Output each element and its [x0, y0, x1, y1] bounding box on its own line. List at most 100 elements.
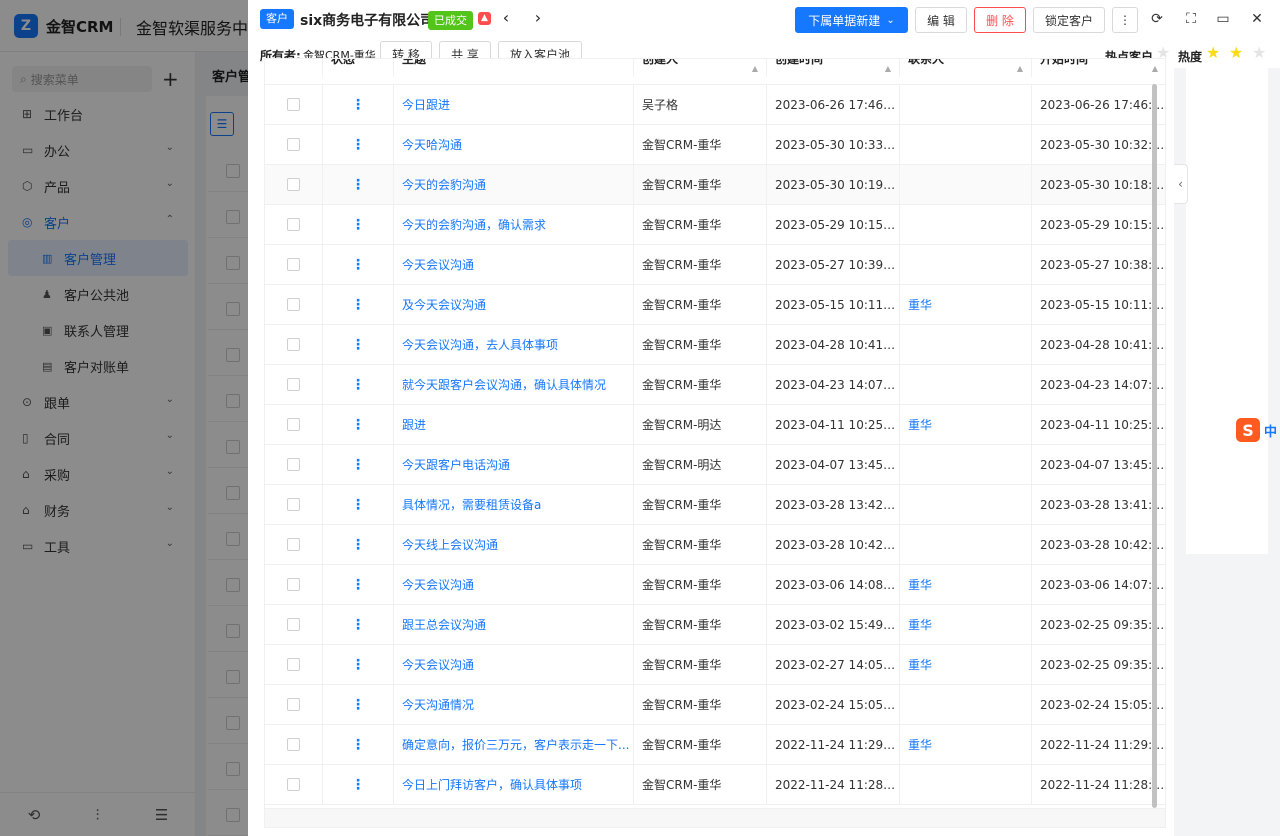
- more-options-icon[interactable]: ⋮: [323, 365, 394, 405]
- table-row[interactable]: ⋮ 今天会议沟通 金智CRM-重华 2023-03-06 14:08:21 重华 2023…: [265, 565, 1165, 605]
- column-header[interactable]: 主题: [394, 59, 634, 77]
- subject-link[interactable]: 确定意向，报价三万元，客户表示走一下...: [394, 725, 634, 765]
- subject-link[interactable]: 今天会议沟通: [394, 245, 634, 285]
- more-options-icon[interactable]: ⋮: [323, 685, 394, 725]
- close-icon[interactable]: ✕: [1248, 10, 1266, 28]
- more-options-icon[interactable]: ⋮: [323, 725, 394, 765]
- row-checkbox[interactable]: [287, 218, 300, 231]
- row-checkbox[interactable]: [287, 458, 300, 471]
- more-options-icon[interactable]: ⋮: [323, 125, 394, 165]
- more-options-icon[interactable]: ⋮: [323, 485, 394, 525]
- row-checkbox[interactable]: [287, 338, 300, 351]
- table-row[interactable]: ⋮ 及今天会议沟通 金智CRM-重华 2023-05-15 10:11:57 重华 202…: [265, 285, 1165, 325]
- more-options-icon[interactable]: ⋮: [323, 165, 394, 205]
- subject-link[interactable]: 今天会议沟通: [394, 565, 634, 605]
- refresh-icon[interactable]: ⟳: [1148, 10, 1166, 28]
- sort-icon[interactable]: ▲: [1152, 61, 1158, 77]
- subject-link[interactable]: 今天会议沟通，去人具体事项: [394, 325, 634, 365]
- subject-link[interactable]: 今天会议沟通: [394, 645, 634, 685]
- laptop-icon[interactable]: ▭: [1214, 10, 1232, 28]
- new-subordinate-doc-button[interactable]: 下属单据新建 ⌄: [795, 7, 908, 33]
- table-row[interactable]: ⋮ 今天会议沟通，去人具体事项 金智CRM-重华 2023-04-28 10:41:2…: [265, 325, 1165, 365]
- contact-link[interactable]: 重华: [900, 605, 1032, 645]
- sort-icon[interactable]: ▲: [885, 61, 891, 77]
- table-row[interactable]: ⋮ 今天线上会议沟通 金智CRM-重华 2023-03-28 10:42:46 2023…: [265, 525, 1165, 565]
- subject-link[interactable]: 就今天跟客户会议沟通，确认具体情况: [394, 365, 634, 405]
- subject-link[interactable]: 具体情况，需要租赁设备a: [394, 485, 634, 525]
- row-checkbox[interactable]: [287, 258, 300, 271]
- row-checkbox[interactable]: [287, 698, 300, 711]
- column-header[interactable]: 创建人 ▲: [634, 59, 767, 77]
- column-header[interactable]: 状态: [323, 59, 394, 77]
- fullscreen-icon[interactable]: ⛶: [1182, 10, 1200, 28]
- edit-button[interactable]: 编 辑: [915, 7, 967, 33]
- row-checkbox[interactable]: [287, 178, 300, 191]
- row-checkbox[interactable]: [287, 778, 300, 791]
- table-scrollbar[interactable]: [1152, 84, 1157, 808]
- row-checkbox[interactable]: [287, 738, 300, 751]
- more-options-icon[interactable]: ⋮: [323, 765, 394, 805]
- row-checkbox[interactable]: [287, 98, 300, 111]
- sort-icon[interactable]: ▲: [752, 61, 758, 77]
- lock-customer-button[interactable]: 锁定客户: [1033, 7, 1105, 33]
- table-row[interactable]: ⋮ 今天的会豹沟通 金智CRM-重华 2023-05-30 10:19:28 2023-…: [265, 165, 1165, 205]
- table-row[interactable]: ⋮ 今日跟进 吴子格 2023-06-26 17:46:39 2023-06-26 17…: [265, 85, 1165, 125]
- table-row[interactable]: ⋮ 今天的会豹沟通，确认需求 金智CRM-重华 2023-05-29 10:15:54…: [265, 205, 1165, 245]
- column-header[interactable]: 创建时间 ▲: [767, 59, 900, 77]
- chevron-left-icon[interactable]: ‹: [498, 8, 514, 27]
- more-options-icon[interactable]: ⋮: [323, 85, 394, 125]
- alert-icon[interactable]: ▲: [478, 12, 491, 25]
- table-row[interactable]: ⋮ 就今天跟客户会议沟通，确认具体情况 金智CRM-重华 2023-04-23 14:…: [265, 365, 1165, 405]
- star-icon[interactable]: ★: [1252, 45, 1266, 61]
- more-options-icon[interactable]: ⋮: [323, 525, 394, 565]
- ime-indicator[interactable]: S 中: [1236, 418, 1277, 442]
- subject-link[interactable]: 今天的会豹沟通，确认需求: [394, 205, 634, 245]
- subject-link[interactable]: 今天跟客户电话沟通: [394, 445, 634, 485]
- column-header[interactable]: 联系人 ▲: [900, 59, 1032, 77]
- row-checkbox[interactable]: [287, 578, 300, 591]
- star-icon[interactable]: ★: [1229, 45, 1243, 61]
- subject-link[interactable]: 今天沟通情况: [394, 685, 634, 725]
- table-row[interactable]: ⋮ 今天哈沟通 金智CRM-重华 2023-05-30 10:33:03 2023-05…: [265, 125, 1165, 165]
- row-checkbox[interactable]: [287, 498, 300, 511]
- more-options-icon[interactable]: ⋮: [323, 405, 394, 445]
- subject-link[interactable]: 跟进: [394, 405, 634, 445]
- row-checkbox[interactable]: [287, 418, 300, 431]
- subject-link[interactable]: 跟王总会议沟通: [394, 605, 634, 645]
- subject-link[interactable]: 今天线上会议沟通: [394, 525, 634, 565]
- subject-link[interactable]: 今天的会豹沟通: [394, 165, 634, 205]
- row-checkbox[interactable]: [287, 378, 300, 391]
- subject-link[interactable]: 今天哈沟通: [394, 125, 634, 165]
- row-checkbox[interactable]: [287, 658, 300, 671]
- column-header[interactable]: [265, 59, 323, 77]
- row-checkbox[interactable]: [287, 538, 300, 551]
- more-actions-icon[interactable]: ⋮: [1112, 7, 1138, 33]
- column-header[interactable]: 开始时间 ▲: [1032, 59, 1165, 77]
- more-options-icon[interactable]: ⋮: [323, 445, 394, 485]
- table-row[interactable]: ⋮ 今日上门拜访客户，确认具体事项 金智CRM-重华 2022-11-24 11:28…: [265, 765, 1165, 805]
- table-row[interactable]: ⋮ 今天跟客户电话沟通 金智CRM-明达 2023-04-07 13:45:56 202…: [265, 445, 1165, 485]
- collapse-panel-icon[interactable]: ‹: [1174, 164, 1188, 204]
- row-checkbox[interactable]: [287, 618, 300, 631]
- subject-link[interactable]: 今日上门拜访客户，确认具体事项: [394, 765, 634, 805]
- table-row[interactable]: ⋮ 今天沟通情况 金智CRM-重华 2023-02-24 15:05:13 2023-0…: [265, 685, 1165, 725]
- contact-link[interactable]: 重华: [900, 565, 1032, 605]
- subject-link[interactable]: 及今天会议沟通: [394, 285, 634, 325]
- table-row[interactable]: ⋮ 确定意向，报价三万元，客户表示走一下... 金智CRM-重华 2022-11-24…: [265, 725, 1165, 765]
- contact-link[interactable]: 重华: [900, 725, 1032, 765]
- table-row[interactable]: ⋮ 跟进 金智CRM-明达 2023-04-11 10:25:59 重华 2023-04-…: [265, 405, 1165, 445]
- star-icon[interactable]: ★: [1206, 45, 1220, 61]
- more-options-icon[interactable]: ⋮: [323, 325, 394, 365]
- more-options-icon[interactable]: ⋮: [323, 245, 394, 285]
- subject-link[interactable]: 今日跟进: [394, 85, 634, 125]
- table-row[interactable]: ⋮ 今天会议沟通 金智CRM-重华 2023-05-27 10:39:08 2023-0…: [265, 245, 1165, 285]
- more-options-icon[interactable]: ⋮: [323, 285, 394, 325]
- more-options-icon[interactable]: ⋮: [323, 645, 394, 685]
- table-row[interactable]: ⋮ 今天会议沟通 金智CRM-重华 2023-02-27 14:05:51 重华 2023…: [265, 645, 1165, 685]
- row-checkbox[interactable]: [287, 298, 300, 311]
- table-row[interactable]: ⋮ 具体情况，需要租赁设备a 金智CRM-重华 2023-03-28 13:42:01…: [265, 485, 1165, 525]
- contact-link[interactable]: 重华: [900, 645, 1032, 685]
- more-options-icon[interactable]: ⋮: [323, 565, 394, 605]
- delete-button[interactable]: 删 除: [974, 7, 1026, 33]
- more-options-icon[interactable]: ⋮: [323, 605, 394, 645]
